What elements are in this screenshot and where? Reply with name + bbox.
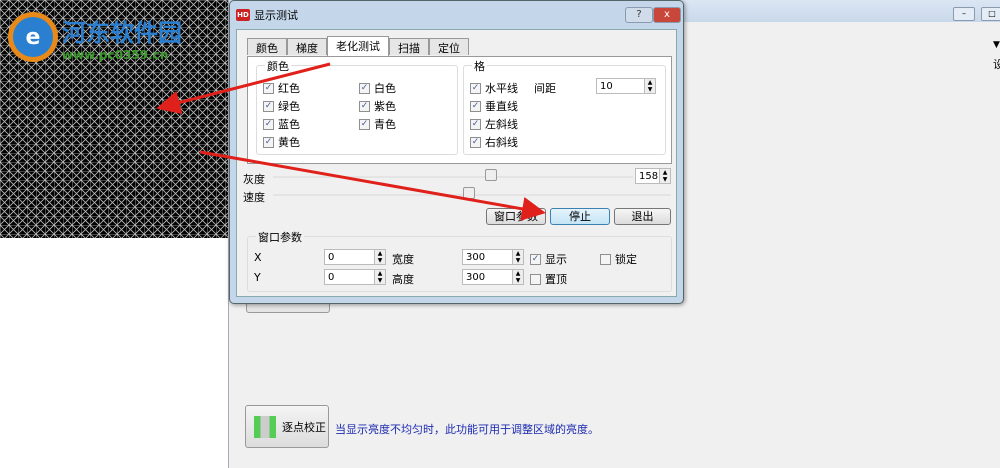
gray-value-input[interactable]: 158 ▲ ▼ xyxy=(635,168,671,184)
watermark-logo: e 河东软件园 www.pc0359.cn xyxy=(8,12,182,62)
width-input[interactable]: 300 ▲ ▼ xyxy=(462,249,524,265)
watermark-url: www.pc0359.cn xyxy=(62,47,169,62)
checkbox-lock[interactable]: 锁定 xyxy=(600,251,637,267)
stop-button[interactable]: 停止 xyxy=(550,208,610,225)
spacing-input[interactable]: 10 ▲ ▼ xyxy=(596,78,656,94)
height-label: 高度 xyxy=(392,273,414,286)
x-label: X xyxy=(254,251,262,264)
y-input[interactable]: 0 ▲ ▼ xyxy=(324,269,386,285)
y-label: Y xyxy=(254,271,261,284)
checkbox-red[interactable]: ✓ 红色 xyxy=(263,80,300,96)
width-label: 宽度 xyxy=(392,253,414,266)
checkbox-show[interactable]: ✓ 显示 xyxy=(530,251,567,267)
point-correction-button[interactable]: 逐点校正 xyxy=(245,405,329,448)
checkbox-blue[interactable]: ✓ 蓝色 xyxy=(263,116,300,132)
color-group: 颜色 ✓ 红色 ✓ 白色 ✓ 绿色 ✓ 紫色 ✓ 蓝色 ✓ 青色 ✓ 黄色 xyxy=(256,58,458,155)
height-input[interactable]: 300 ▲ ▼ xyxy=(462,269,524,285)
gray-slider[interactable] xyxy=(273,169,633,182)
help-button[interactable]: ? xyxy=(625,7,653,23)
grid-group: 格 ✓ 水平线 ✓ 垂直线 ✓ 左斜线 ✓ 右斜线 间距 10 ▲ ▼ xyxy=(463,58,666,155)
checkbox-green[interactable]: ✓ 绿色 xyxy=(263,98,300,114)
tab-position[interactable]: 定位 xyxy=(429,38,469,55)
side-text: 设 xyxy=(993,58,1000,71)
x-input[interactable]: 0 ▲ ▼ xyxy=(324,249,386,265)
checkbox-cyan[interactable]: ✓ 青色 xyxy=(359,116,396,132)
exit-button[interactable]: 退出 xyxy=(614,208,671,225)
close-button[interactable]: x xyxy=(653,7,681,23)
correction-note: 当显示亮度不均匀时，此功能可用于调整区域的亮度。 xyxy=(335,423,599,436)
maximize-button[interactable]: □ xyxy=(981,7,1000,21)
gray-label: 灰度 xyxy=(243,173,265,186)
checkbox-vertical[interactable]: ✓ 垂直线 xyxy=(470,98,518,114)
spacing-label: 间距 xyxy=(534,82,556,95)
checkbox-horizontal[interactable]: ✓ 水平线 xyxy=(470,80,518,96)
point-correction-label: 逐点校正 xyxy=(282,420,326,434)
tab-scan[interactable]: 扫描 xyxy=(389,38,429,55)
app-icon: HD xyxy=(236,9,250,21)
window-params-label: 窗口参数 xyxy=(256,229,304,245)
tab-gradient[interactable]: 梯度 xyxy=(287,38,327,55)
correction-icon xyxy=(254,415,276,438)
checkbox-always-on-top[interactable]: 置顶 xyxy=(530,271,567,287)
tab-color[interactable]: 颜色 xyxy=(247,38,287,55)
minimize-button[interactable]: – xyxy=(953,7,975,21)
checkbox-purple[interactable]: ✓ 紫色 xyxy=(359,98,396,114)
watermark-name: 河东软件园 xyxy=(62,18,182,47)
checkbox-white[interactable]: ✓ 白色 xyxy=(359,80,396,96)
grid-test-pattern: e 河东软件园 www.pc0359.cn xyxy=(0,0,228,238)
tab-aging-test[interactable]: 老化测试 xyxy=(327,36,389,56)
speed-label: 速度 xyxy=(243,191,265,204)
checkbox-right-diagonal[interactable]: ✓ 右斜线 xyxy=(470,134,518,150)
window-params-button[interactable]: 窗口参数 xyxy=(486,208,546,225)
grid-group-label: 格 xyxy=(472,58,487,74)
color-group-label: 颜色 xyxy=(265,58,291,74)
checkbox-left-diagonal[interactable]: ✓ 左斜线 xyxy=(470,116,518,132)
speed-slider[interactable] xyxy=(273,187,671,200)
dropdown-arrow-icon[interactable]: ▼ xyxy=(993,40,1000,50)
window-params-group: 窗口参数 X 0 ▲ ▼ 宽度 300 ▲ ▼ ✓ 显示 锁定 Y 0 ▲ ▼ 高度 300 ▲… xyxy=(247,229,672,292)
dialog-title: 显示测试 xyxy=(254,9,298,22)
display-test-dialog: HD 显示测试 ? x 颜色 梯度 老化测试 扫描 定位 颜色 ✓ 红色 ✓ 白色 … xyxy=(229,0,684,304)
checkbox-yellow[interactable]: ✓ 黄色 xyxy=(263,134,300,150)
aging-test-pane: 颜色 ✓ 红色 ✓ 白色 ✓ 绿色 ✓ 紫色 ✓ 蓝色 ✓ 青色 ✓ 黄色 格 ✓ 水平线 ✓ 垂… xyxy=(247,56,672,164)
